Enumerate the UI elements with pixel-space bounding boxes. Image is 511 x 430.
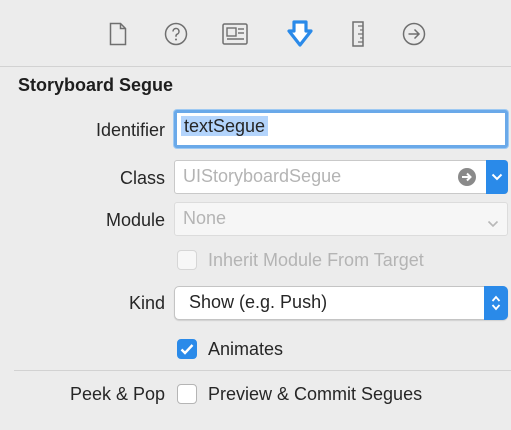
identifier-value: textSegue: [181, 116, 269, 136]
attributes-inspector-tab[interactable]: [285, 18, 315, 50]
identity-inspector-tab[interactable]: [220, 18, 250, 50]
attributes-arrow-icon: [287, 20, 313, 47]
file-inspector-tab[interactable]: [103, 18, 133, 50]
inherit-module-label: Inherit Module From Target: [208, 250, 424, 270]
inspector-tab-bar: [0, 0, 511, 67]
kind-value: Show (e.g. Push): [189, 292, 328, 312]
help-circle-icon: [164, 22, 188, 46]
class-label: Class: [119, 168, 165, 188]
preview-commit-checkbox[interactable]: [177, 384, 197, 404]
kind-label: Kind: [128, 293, 165, 313]
size-inspector-tab[interactable]: [343, 18, 373, 50]
identifier-label: Identifier: [95, 120, 165, 140]
animates-label: Animates: [208, 339, 284, 359]
identity-card-icon: [222, 23, 248, 45]
quick-help-tab[interactable]: [161, 18, 191, 50]
class-field[interactable]: UIStoryboardSegue: [174, 160, 508, 194]
file-icon: [109, 22, 127, 46]
up-down-arrows-icon: [484, 286, 508, 320]
checkmark-icon: [180, 344, 194, 355]
class-dropdown-button[interactable]: [486, 160, 508, 194]
chevron-down-icon: [487, 215, 499, 233]
section-title: Storyboard Segue: [18, 75, 174, 95]
connections-inspector-tab[interactable]: [399, 18, 429, 50]
connections-arrow-icon: [402, 22, 426, 46]
module-field[interactable]: None: [174, 202, 508, 236]
chevron-down-icon: [491, 173, 503, 181]
class-placeholder: UIStoryboardSegue: [183, 166, 342, 186]
peek-pop-label: Peek & Pop: [69, 384, 165, 404]
section-divider: [14, 370, 511, 371]
identifier-field[interactable]: textSegue: [174, 110, 508, 148]
animates-checkbox[interactable]: [177, 339, 197, 359]
inherit-module-checkbox[interactable]: [177, 250, 197, 270]
preview-commit-label: Preview & Commit Segues: [208, 384, 423, 404]
kind-popup-button[interactable]: Show (e.g. Push): [174, 286, 508, 320]
module-placeholder: None: [183, 208, 227, 228]
module-label: Module: [105, 210, 165, 230]
go-to-class-icon[interactable]: [457, 167, 477, 192]
ruler-icon: [352, 21, 364, 47]
